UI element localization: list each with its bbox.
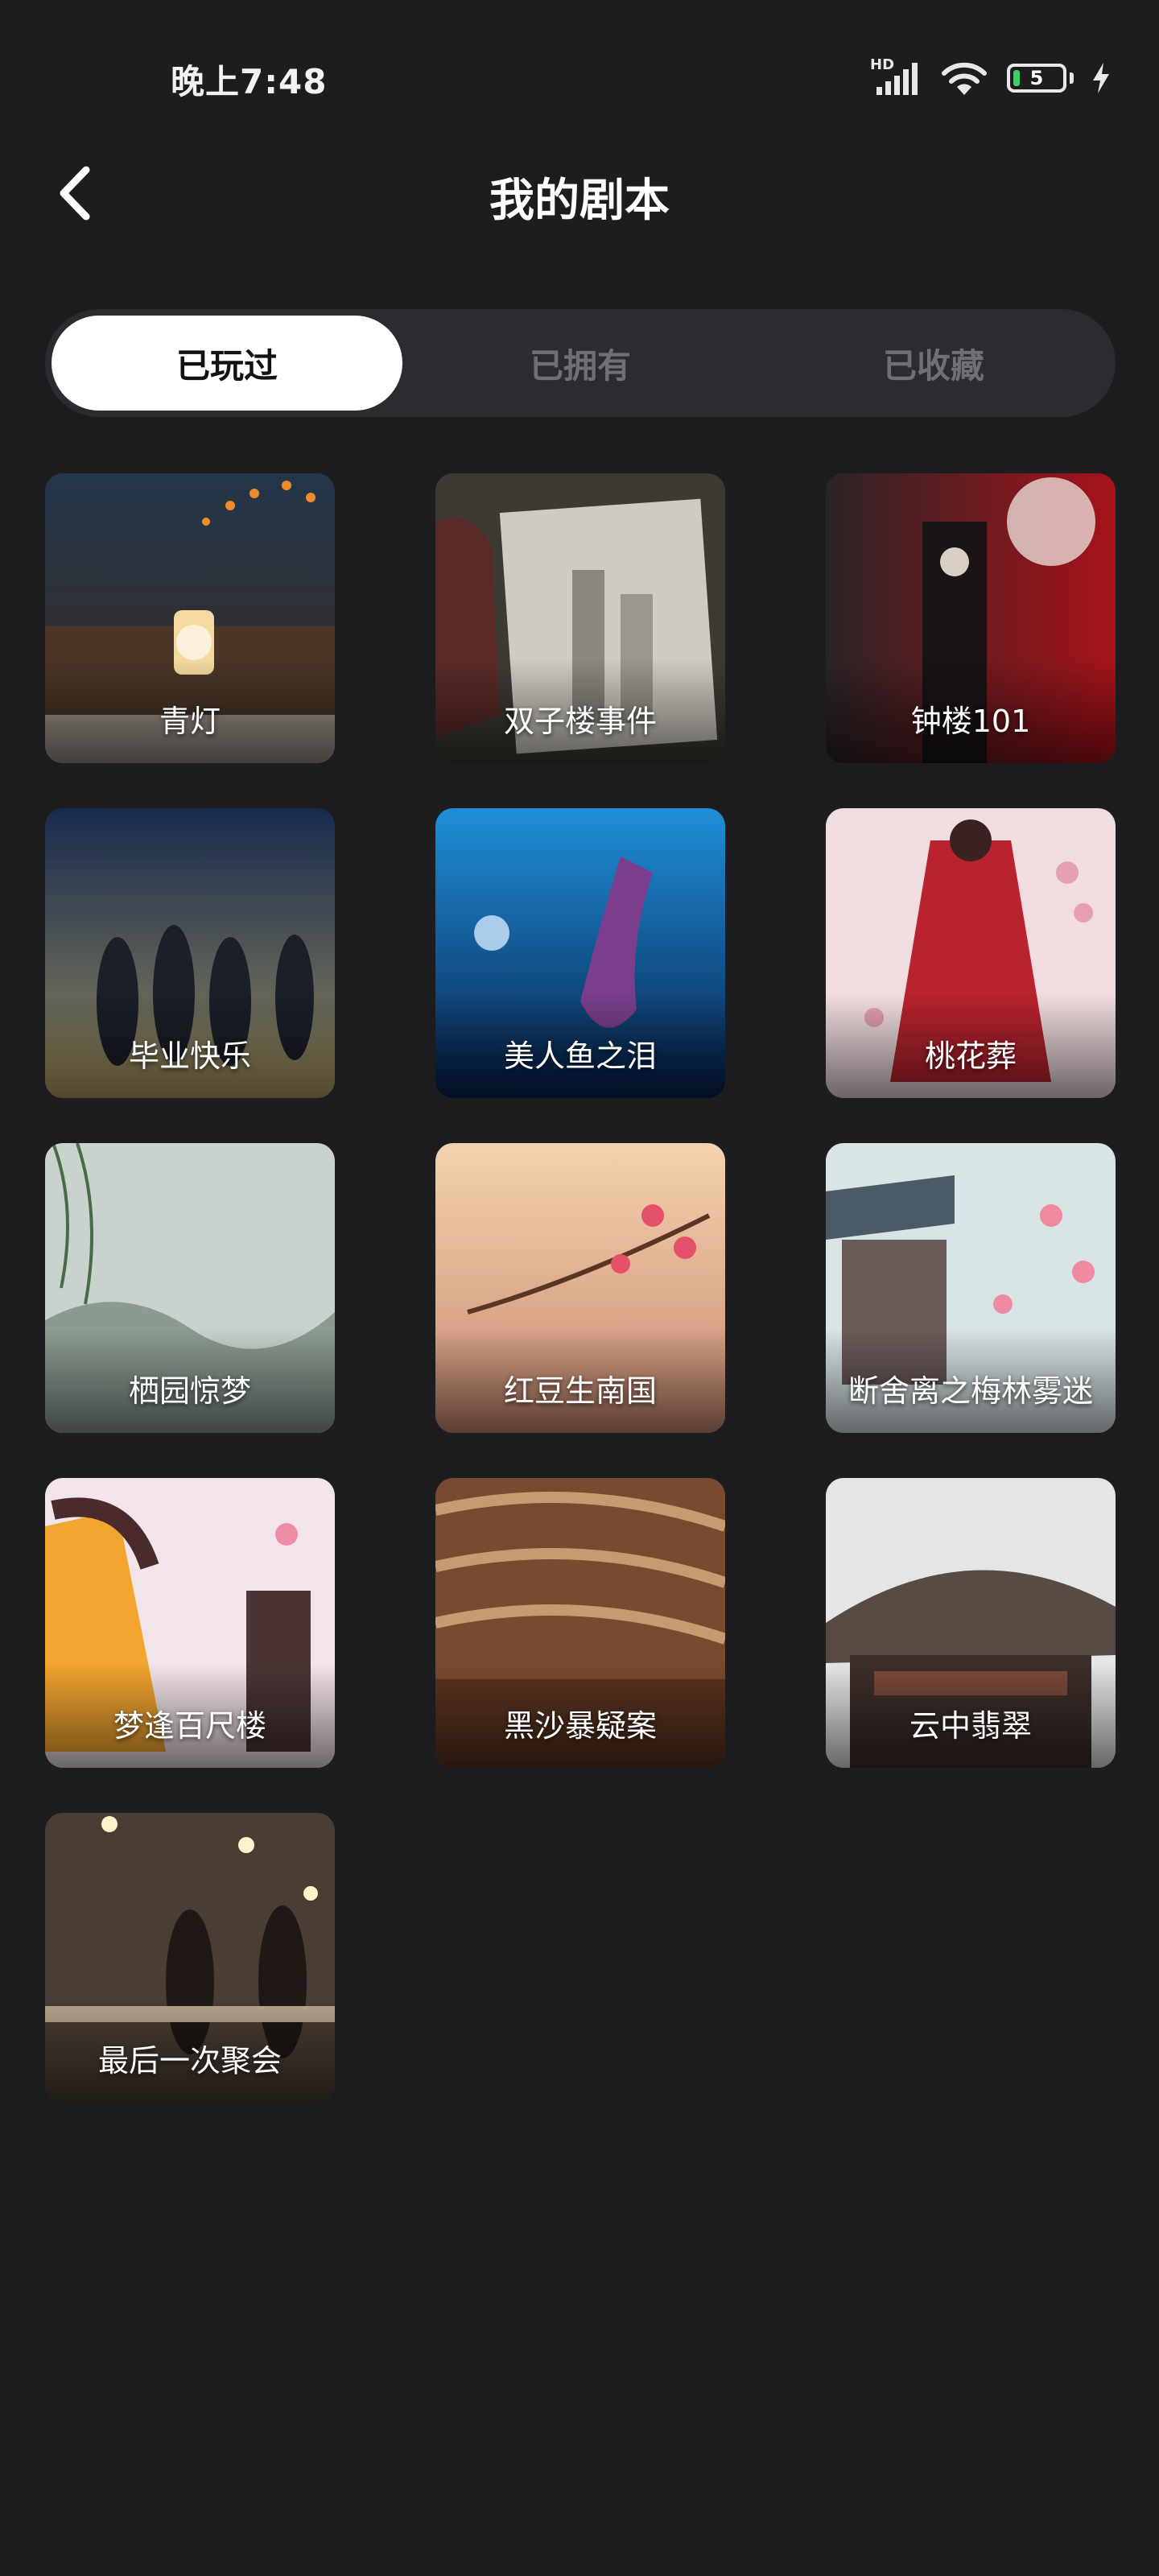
script-title: 青灯 [159, 704, 221, 739]
script-card[interactable]: 栖园惊梦 [45, 1143, 335, 1433]
script-card[interactable]: 青灯 [45, 473, 335, 763]
script-title: 最后一次聚会 [97, 2043, 282, 2079]
script-title: 云中翡翠 [909, 1708, 1032, 1744]
script-title: 双子楼事件 [503, 704, 657, 739]
script-card[interactable]: 云中翡翠 [826, 1478, 1116, 1768]
tab-owned[interactable]: 已拥有 [405, 316, 756, 411]
hd-signal-icon: HD [870, 56, 922, 97]
header: 我的剧本 [0, 153, 1159, 233]
tab-bar: 已玩过 已拥有 已收藏 [45, 309, 1116, 417]
script-card[interactable]: 梦逢百尺楼 [45, 1478, 335, 1768]
script-title: 毕业快乐 [128, 1038, 251, 1074]
script-card[interactable]: 黑沙暴疑案 [435, 1478, 725, 1768]
script-card[interactable]: 红豆生南国 [435, 1143, 725, 1433]
script-card[interactable]: 美人鱼之泪 [435, 808, 725, 1098]
script-card[interactable]: 钟楼101 [826, 473, 1116, 763]
wifi-icon [942, 62, 987, 95]
script-card[interactable]: 桃花葬 [826, 808, 1116, 1098]
charging-bolt-icon [1093, 63, 1109, 93]
script-title: 钟楼101 [910, 704, 1031, 739]
battery-level: 5 [1029, 67, 1044, 89]
script-title: 黑沙暴疑案 [503, 1708, 657, 1744]
script-card[interactable]: 双子楼事件 [435, 473, 725, 763]
battery-icon: 5 [1007, 64, 1074, 93]
script-title: 美人鱼之泪 [503, 1038, 657, 1074]
status-bar: 晚上7:48 HD 5 [0, 0, 1159, 153]
status-time: 晚上7:48 [171, 62, 328, 101]
status-icons: HD 5 [870, 56, 1111, 97]
tab-favorited[interactable]: 已收藏 [758, 316, 1109, 411]
tab-played[interactable]: 已玩过 [52, 316, 402, 411]
script-card[interactable]: 最后一次聚会 [45, 1813, 335, 2103]
script-grid: 青灯 双子楼事件 钟楼101 毕业快乐 美人鱼之泪 桃花葬 栖园惊梦 红豆生南国… [45, 473, 1116, 2103]
page-title: 我的剧本 [489, 175, 670, 227]
battery-fill [1013, 70, 1020, 86]
script-card[interactable]: 毕业快乐 [45, 808, 335, 1098]
script-title: 断舍离之梅林雾迷 [848, 1373, 1093, 1409]
script-title: 梦逢百尺楼 [113, 1708, 266, 1744]
script-title: 桃花葬 [924, 1038, 1017, 1074]
network-label: HD [870, 56, 895, 73]
script-title: 栖园惊梦 [128, 1373, 251, 1409]
script-title: 红豆生南国 [503, 1373, 657, 1409]
script-card[interactable]: 断舍离之梅林雾迷 [826, 1143, 1116, 1433]
